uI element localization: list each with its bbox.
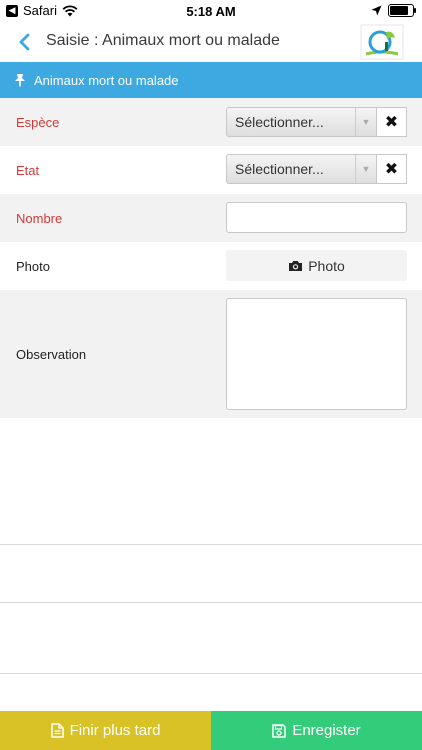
floppy-disk-icon xyxy=(272,723,287,738)
etat-label: Etat xyxy=(16,162,40,178)
chevron-down-icon[interactable]: ▼ xyxy=(355,108,376,136)
section-header: Animaux mort ou malade xyxy=(0,62,422,98)
divider xyxy=(0,602,422,603)
close-icon: ✖ xyxy=(384,161,399,178)
espece-select-group: Sélectionner... ▼ ✖ xyxy=(226,107,407,137)
status-time: 5:18 AM xyxy=(186,4,236,19)
row-photo: Photo Photo xyxy=(0,242,422,290)
photo-label: Photo xyxy=(16,258,50,274)
etat-clear-button[interactable]: ✖ xyxy=(376,154,407,184)
row-nombre: Nombre xyxy=(0,194,422,242)
close-icon: ✖ xyxy=(384,114,399,131)
camera-icon xyxy=(289,260,303,271)
divider xyxy=(0,673,422,674)
espece-select[interactable]: Sélectionner... ▼ xyxy=(226,107,376,137)
chevron-left-icon xyxy=(19,33,30,51)
status-bar: ◀ Safari 5:18 AM xyxy=(0,0,422,22)
back-button[interactable] xyxy=(14,28,34,56)
observation-textarea[interactable] xyxy=(226,298,407,410)
battery-fill xyxy=(390,6,408,15)
etat-select-group: Sélectionner... ▼ ✖ xyxy=(226,154,407,184)
finish-later-label: Finir plus tard xyxy=(69,722,161,739)
page-title: Saisie : Animaux mort ou malade xyxy=(46,32,280,49)
battery-icon xyxy=(388,4,416,17)
row-etat: Etat Sélectionner... ▼ ✖ xyxy=(0,146,422,194)
status-right xyxy=(371,4,416,17)
app-logo-icon xyxy=(360,24,404,60)
etat-select[interactable]: Sélectionner... ▼ xyxy=(226,154,376,184)
espece-label: Espèce xyxy=(16,114,60,130)
espece-clear-button[interactable]: ✖ xyxy=(376,107,407,137)
chevron-down-icon[interactable]: ▼ xyxy=(355,155,376,183)
save-button[interactable]: Enregister xyxy=(211,711,422,750)
save-label: Enregister xyxy=(292,722,361,739)
nombre-input[interactable] xyxy=(226,202,407,233)
nombre-label: Nombre xyxy=(16,210,63,226)
photo-button-label: Photo xyxy=(308,257,345,274)
finish-later-button[interactable]: Finir plus tard xyxy=(0,711,211,750)
pushpin-icon xyxy=(14,73,26,87)
nav-bar: Saisie : Animaux mort ou malade xyxy=(0,22,422,62)
location-arrow-icon xyxy=(371,5,382,16)
row-espece: Espèce Sélectionner... ▼ ✖ xyxy=(0,98,422,146)
etat-select-value: Sélectionner... xyxy=(235,161,324,177)
observation-label: Observation xyxy=(16,346,87,362)
row-observation: Observation xyxy=(0,290,422,418)
photo-button[interactable]: Photo xyxy=(226,250,407,281)
divider xyxy=(0,544,422,545)
footer: Finir plus tard Enregister xyxy=(0,711,422,750)
file-icon xyxy=(50,723,64,738)
section-title: Animaux mort ou malade xyxy=(34,72,179,88)
espece-select-value: Sélectionner... xyxy=(235,114,324,130)
